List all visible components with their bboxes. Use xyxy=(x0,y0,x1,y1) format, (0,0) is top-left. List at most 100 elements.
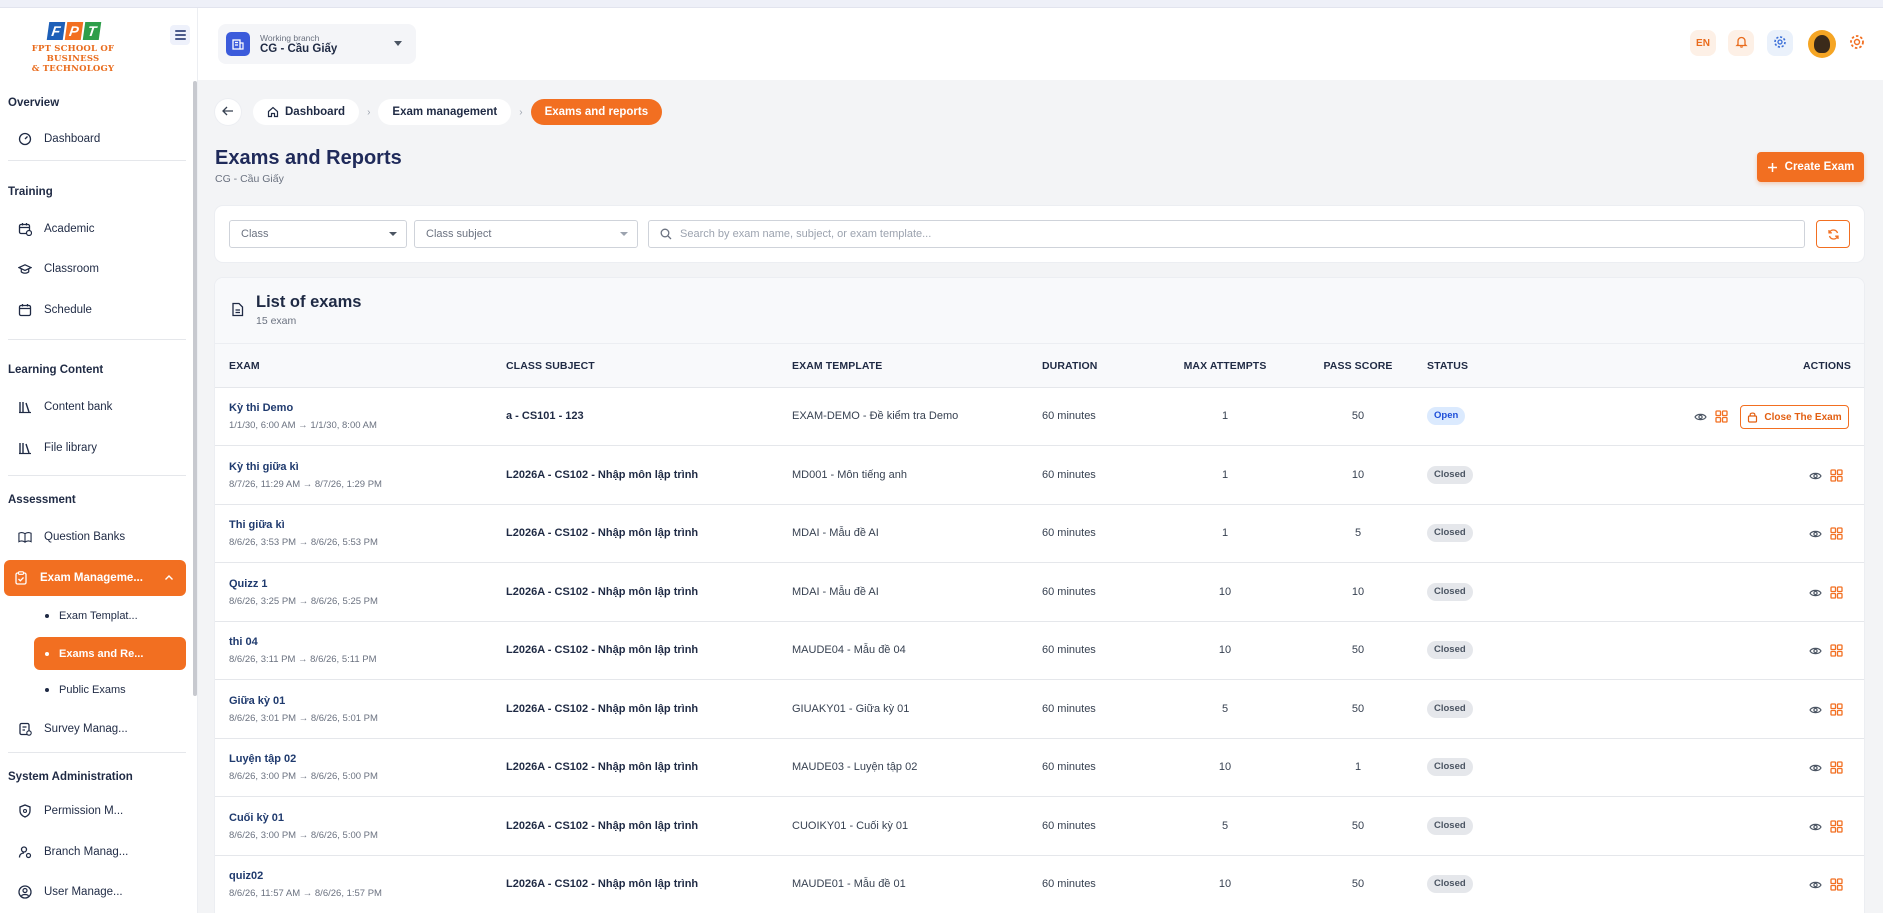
exam-name[interactable]: Kỳ thi giữa kì xyxy=(229,461,299,473)
view-button[interactable] xyxy=(1808,761,1822,775)
duration: 60 minutes xyxy=(1042,527,1096,539)
view-button[interactable] xyxy=(1808,878,1822,892)
sidebar-subitem-exams-and-reports[interactable]: Exams and Re... xyxy=(34,637,186,670)
column-header[interactable]: STATUS xyxy=(1427,344,1468,388)
exam-time-range: 1/1/30, 6:00 AM → 1/1/30, 8:00 AM xyxy=(229,420,377,431)
view-button[interactable] xyxy=(1808,820,1822,834)
qr-code-button[interactable] xyxy=(1830,644,1844,658)
sidebar-item-permission-management[interactable]: Permission M... xyxy=(8,795,186,827)
table-row[interactable]: thi 04 8/6/26, 3:11 PM → 8/6/26, 5:11 PM L… xyxy=(215,622,1864,680)
exam-time-range: 8/6/26, 3:25 PM → 8/6/26, 5:25 PM xyxy=(229,595,378,607)
sidebar-scrollbar[interactable] xyxy=(193,81,197,696)
qr-code-button[interactable] xyxy=(1830,585,1844,600)
brand-logo[interactable]: F P T FPT SCHOOL OF BUSINESS & TECHNOLOG… xyxy=(8,22,138,80)
breadcrumb-exam-management[interactable]: Exam management xyxy=(378,99,512,125)
sidebar-item-content-bank[interactable]: Content bank xyxy=(8,391,186,423)
avatar[interactable] xyxy=(1808,30,1836,58)
dashboard-gauge-icon xyxy=(18,132,32,146)
table-row[interactable]: Cuối kỳ 01 8/6/26, 3:00 PM → 8/6/26, 5:00… xyxy=(215,797,1864,856)
status-badge: Closed xyxy=(1427,699,1473,718)
table-row[interactable]: Kỳ thi giữa kì 8/7/26, 11:29 AM → 8/7/26,… xyxy=(215,446,1864,505)
class-subject: L2026A - CS102 - Nhập môn lập trình xyxy=(506,819,699,832)
exam-name[interactable]: Giữa kỳ 01 xyxy=(229,695,285,707)
branch-selector[interactable]: Working branch CG - Cầu Giấy xyxy=(218,24,416,64)
exam-name[interactable]: Luyện tập 02 xyxy=(229,753,296,765)
class-subject-select[interactable]: Class subject xyxy=(414,220,638,248)
class-select[interactable]: Class xyxy=(229,220,407,248)
chevron-down-icon xyxy=(394,41,402,46)
table-row[interactable]: quiz02 8/6/26, 11:57 AM → 8/6/26, 1:57 PM… xyxy=(215,856,1864,913)
sidebar-item-dashboard[interactable]: Dashboard xyxy=(8,123,186,155)
table-row[interactable]: Luyện tập 02 8/6/26, 3:00 PM → 8/6/26, 5:… xyxy=(215,739,1864,797)
column-header[interactable]: EXAM TEMPLATE xyxy=(792,344,882,388)
search-input[interactable] xyxy=(680,228,1780,240)
sidebar-item-exam-management[interactable]: Exam Manageme... xyxy=(4,560,186,596)
exam-name[interactable]: thi 04 xyxy=(229,636,258,648)
top-border xyxy=(0,0,1883,8)
sidebar-subitem-exam-templates[interactable]: Exam Templat... xyxy=(45,600,138,632)
qr-code-button[interactable] xyxy=(1830,761,1844,775)
sidebar-item-classroom[interactable]: Classroom xyxy=(8,253,186,285)
menu-toggle-button[interactable] xyxy=(170,25,190,45)
create-exam-label: Create Exam xyxy=(1784,161,1855,173)
column-header[interactable]: EXAM xyxy=(229,344,260,388)
exam-name[interactable]: Thi giữa kì xyxy=(229,519,285,531)
sidebar-item-survey-management[interactable]: Survey Manag... xyxy=(8,713,186,745)
sidebar-item-question-banks[interactable]: Question Banks xyxy=(8,521,186,553)
qr-code-button[interactable] xyxy=(1830,468,1844,483)
notification-button[interactable] xyxy=(1728,30,1754,56)
settings-button[interactable] xyxy=(1767,30,1793,56)
back-button[interactable] xyxy=(215,99,241,125)
max-attempts: 10 xyxy=(1218,644,1232,656)
exam-time-range: 8/6/26, 3:00 PM → 8/6/26, 5:00 PM xyxy=(229,829,378,841)
view-button[interactable] xyxy=(1808,527,1822,541)
exam-name[interactable]: quiz02 xyxy=(229,870,263,882)
view-button[interactable] xyxy=(1808,644,1822,658)
sidebar-item-user-management[interactable]: User Manage... xyxy=(8,876,186,908)
sidebar-item-file-library[interactable]: File library xyxy=(8,432,186,464)
qr-code-button[interactable] xyxy=(1830,878,1844,892)
duration: 60 minutes xyxy=(1042,819,1096,832)
view-button[interactable] xyxy=(1808,703,1822,717)
language-button[interactable]: EN xyxy=(1690,30,1716,56)
column-header[interactable]: MAX ATTEMPTS xyxy=(1175,344,1275,388)
eye-icon xyxy=(1808,588,1822,598)
view-button[interactable] xyxy=(1693,410,1707,424)
view-button[interactable] xyxy=(1808,469,1822,483)
sidebar-item-branch-management[interactable]: Branch Manag... xyxy=(8,836,186,868)
library-icon xyxy=(18,441,32,455)
table-row[interactable]: Giữa kỳ 01 8/6/26, 3:01 PM → 8/6/26, 5:01… xyxy=(215,680,1864,739)
create-exam-button[interactable]: Create Exam xyxy=(1757,152,1864,182)
sidebar-subitem-public-exams[interactable]: Public Exams xyxy=(45,674,126,706)
exam-name[interactable]: Quizz 1 xyxy=(229,578,268,590)
section-title-overview: Overview xyxy=(8,97,60,109)
breadcrumb-dashboard[interactable]: Dashboard xyxy=(253,99,360,125)
breadcrumb-exams-and-reports[interactable]: Exams and reports xyxy=(530,99,663,125)
refresh-button[interactable] xyxy=(1816,220,1850,248)
table-row[interactable]: Quizz 1 8/6/26, 3:25 PM → 8/6/26, 5:25 PM… xyxy=(215,563,1864,622)
branch-label: Working branch xyxy=(260,32,320,43)
chevron-down-icon xyxy=(620,232,628,236)
column-header[interactable]: CLASS SUBJECT xyxy=(506,344,595,388)
qr-code-button[interactable] xyxy=(1830,702,1844,717)
table-row[interactable]: Kỳ thi Demo 1/1/30, 6:00 AM → 1/1/30, 8:0… xyxy=(215,388,1864,446)
exam-name[interactable]: Kỳ thi Demo xyxy=(229,402,293,414)
qr-code-icon xyxy=(1830,702,1843,716)
view-button[interactable] xyxy=(1808,586,1822,600)
exam-time-range: 8/6/26, 11:57 AM → 8/6/26, 1:57 PM xyxy=(229,888,382,899)
qr-code-button[interactable] xyxy=(1715,410,1729,424)
column-header[interactable]: DURATION xyxy=(1042,344,1097,388)
qr-code-button[interactable] xyxy=(1830,819,1844,834)
sidebar-item-schedule[interactable]: Schedule xyxy=(8,294,186,326)
theme-settings-button[interactable] xyxy=(1844,30,1870,56)
sidebar-item-academic[interactable]: Academic xyxy=(8,213,186,245)
filter-bar: Class Class subject xyxy=(215,206,1864,262)
close-exam-button[interactable]: Close The Exam xyxy=(1740,405,1849,429)
qr-code-button[interactable] xyxy=(1830,527,1844,541)
table-row[interactable]: Thi giữa kì 8/6/26, 3:53 PM → 8/6/26, 5:5… xyxy=(215,505,1864,563)
exam-time-range: 8/7/26, 11:29 AM → 8/7/26, 1:29 PM xyxy=(229,478,382,490)
library-icon xyxy=(18,400,32,414)
sidebar-item-label: File library xyxy=(44,442,98,454)
exam-name[interactable]: Cuối kỳ 01 xyxy=(229,812,284,824)
column-header[interactable]: PASS SCORE xyxy=(1308,344,1408,388)
